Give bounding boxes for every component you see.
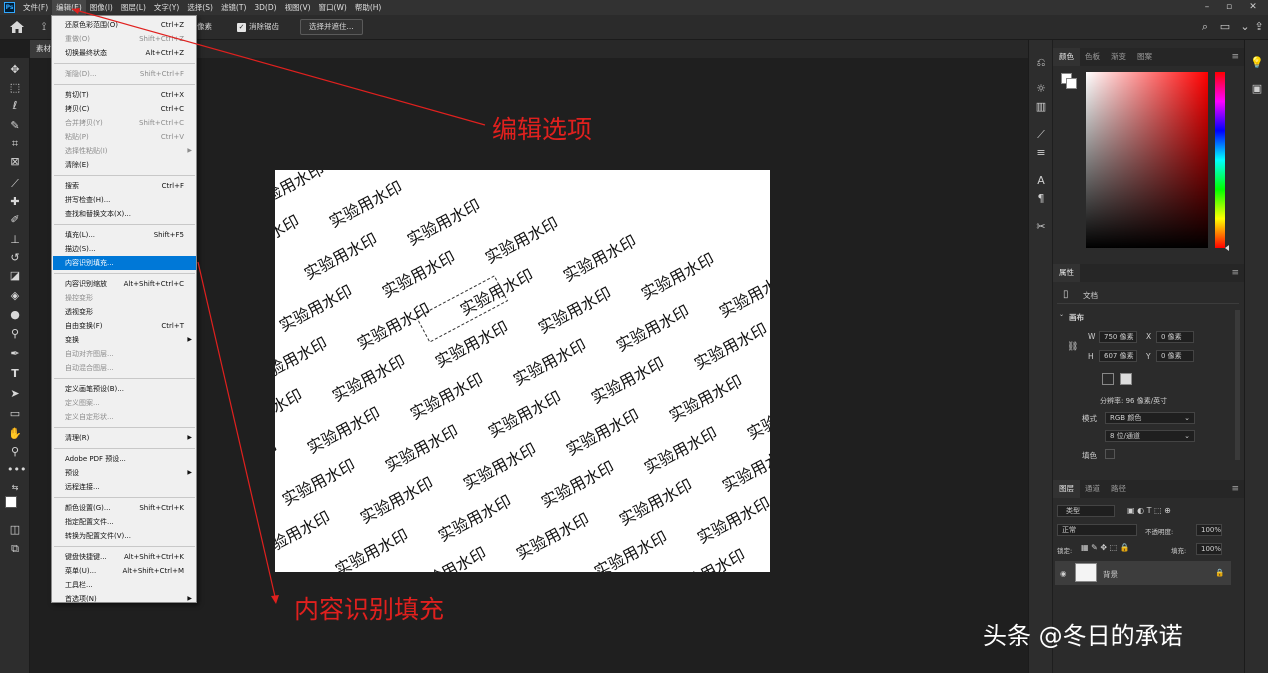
tool-presets-icon[interactable]: ≡ xyxy=(1034,146,1048,160)
tab-paths[interactable]: 路径 xyxy=(1111,480,1126,498)
fill-swatch[interactable] xyxy=(1105,449,1115,459)
opacity-label: 不透明度: xyxy=(1145,528,1174,536)
tab-properties[interactable]: 属性 xyxy=(1053,264,1080,282)
properties-menu-icon[interactable]: ≡ xyxy=(1231,264,1239,282)
color-panel-tabs: 颜色 色板 渐变 图案 ≡ xyxy=(1053,48,1244,66)
far-right-strip: 💡 ▣ xyxy=(1244,40,1268,673)
blend-mode-value: 正常 xyxy=(1062,526,1076,534)
fill-opacity-label: 填充: xyxy=(1171,547,1187,555)
color-background-swatch[interactable] xyxy=(1066,78,1077,89)
link-icon[interactable]: ⛓ xyxy=(1067,342,1078,352)
libraries-panel-icon[interactable]: ▣ xyxy=(1250,82,1264,96)
mode-select[interactable]: RGB 颜色 ⌄ xyxy=(1105,412,1195,424)
properties-panel-tabs: 属性 ≡ xyxy=(1053,264,1244,282)
properties-doc-label: 文档 xyxy=(1083,291,1098,300)
portrait-orientation-icon[interactable] xyxy=(1102,373,1114,385)
histogram-panel-icon[interactable]: ▥ xyxy=(1034,100,1048,114)
hue-slider-handle[interactable] xyxy=(1225,245,1229,251)
tab-swatches[interactable]: 色板 xyxy=(1085,48,1100,66)
tab-gradients[interactable]: 渐变 xyxy=(1111,48,1126,66)
collapsed-panels-column: ⎌ ☼ ▥ ⟋ ≡ A ¶ ✂ xyxy=(1028,40,1052,673)
opacity-field[interactable]: 100% xyxy=(1196,524,1222,536)
footer-watermark: 头条 @冬日的承诺 xyxy=(983,622,1183,650)
document-icon: ▯ xyxy=(1063,289,1069,300)
fill-label: 填色 xyxy=(1082,451,1097,460)
x-field[interactable]: 0 像素 xyxy=(1156,331,1194,343)
brush-settings-icon[interactable]: ⟋ xyxy=(1034,128,1048,142)
panel-menu-icon[interactable]: ≡ xyxy=(1231,48,1239,66)
learn-panel-icon[interactable]: 💡 xyxy=(1250,56,1264,70)
fill-opacity-field[interactable]: 100% xyxy=(1196,543,1222,555)
arrow-line-edit xyxy=(71,8,486,126)
tab-color[interactable]: 颜色 xyxy=(1053,48,1080,66)
history-panel-icon[interactable]: ⎌ xyxy=(1034,56,1048,70)
properties-scrollbar[interactable] xyxy=(1235,310,1240,460)
resolution-text: 分辨率: 96 像素/英寸 xyxy=(1100,397,1168,405)
arrow-head-fill xyxy=(271,595,279,604)
tools-panel-icon[interactable]: ✂ xyxy=(1034,220,1048,234)
paragraph-panel-icon[interactable]: ¶ xyxy=(1034,192,1048,206)
lock-icons[interactable]: ▦ ✎ ✥ ⬚ 🔒 xyxy=(1081,543,1130,552)
x-label: X xyxy=(1146,332,1152,341)
lock-icon: 🔒 xyxy=(1215,568,1225,577)
layers-menu-icon[interactable]: ≡ xyxy=(1231,480,1239,498)
mode-value: RGB 颜色 xyxy=(1110,414,1142,422)
eye-icon[interactable]: ◉ xyxy=(1060,569,1067,578)
chevron-down-icon: ⌄ xyxy=(1184,432,1190,440)
layer-kind-filter[interactable]: 类型 xyxy=(1057,505,1115,517)
tab-patterns[interactable]: 图案 xyxy=(1137,48,1152,66)
layer-name: 背景 xyxy=(1103,570,1118,579)
layers-panel-tabs: 图层 通道 路径 ≡ xyxy=(1053,480,1244,498)
arrow-line-fill xyxy=(197,261,277,602)
right-panels: 颜色 色板 渐变 图案 ≡ 属性 ≡ ▯ 文档 ⌄ 画布 W 750 像素 X … xyxy=(1053,40,1244,673)
divider xyxy=(1057,303,1239,304)
canvas-section-chevron-icon[interactable]: ⌄ xyxy=(1059,311,1064,318)
depth-select[interactable]: 8 位/通道 ⌄ xyxy=(1105,430,1195,442)
color-field[interactable] xyxy=(1086,72,1208,248)
character-panel-icon[interactable]: A xyxy=(1034,174,1048,188)
canvas-section-title: 画布 xyxy=(1069,313,1084,322)
height-field[interactable]: 607 像素 xyxy=(1099,350,1137,362)
hue-slider[interactable] xyxy=(1215,72,1225,248)
width-label: W xyxy=(1088,332,1096,341)
annotation-edit-option: 编辑选项 xyxy=(492,115,593,144)
lock-label: 锁定: xyxy=(1057,547,1073,555)
kind-filter-text: 类型 xyxy=(1066,507,1080,515)
layer-thumbnail xyxy=(1075,563,1097,582)
annotation-content-aware-fill: 内容识别填充 xyxy=(294,595,445,624)
filter-icons[interactable]: ▣ ◐ T ⬚ ⊕ xyxy=(1127,506,1171,515)
arrow-head-edit xyxy=(72,8,80,14)
layer-row-background[interactable]: ◉ 背景 🔒 xyxy=(1055,561,1231,585)
adjustments-panel-icon[interactable]: ☼ xyxy=(1034,82,1048,96)
depth-value: 8 位/通道 xyxy=(1110,432,1141,440)
y-field[interactable]: 0 像素 xyxy=(1156,350,1194,362)
tab-channels[interactable]: 通道 xyxy=(1085,480,1100,498)
tab-layers[interactable]: 图层 xyxy=(1053,480,1080,498)
height-label: H xyxy=(1088,352,1094,361)
mode-label: 模式 xyxy=(1082,414,1097,423)
blend-mode-select[interactable]: 正常 xyxy=(1057,524,1137,536)
chevron-down-icon: ⌄ xyxy=(1184,414,1190,422)
y-label: Y xyxy=(1146,352,1151,361)
landscape-orientation-icon[interactable] xyxy=(1120,373,1132,385)
width-field[interactable]: 750 像素 xyxy=(1099,331,1137,343)
